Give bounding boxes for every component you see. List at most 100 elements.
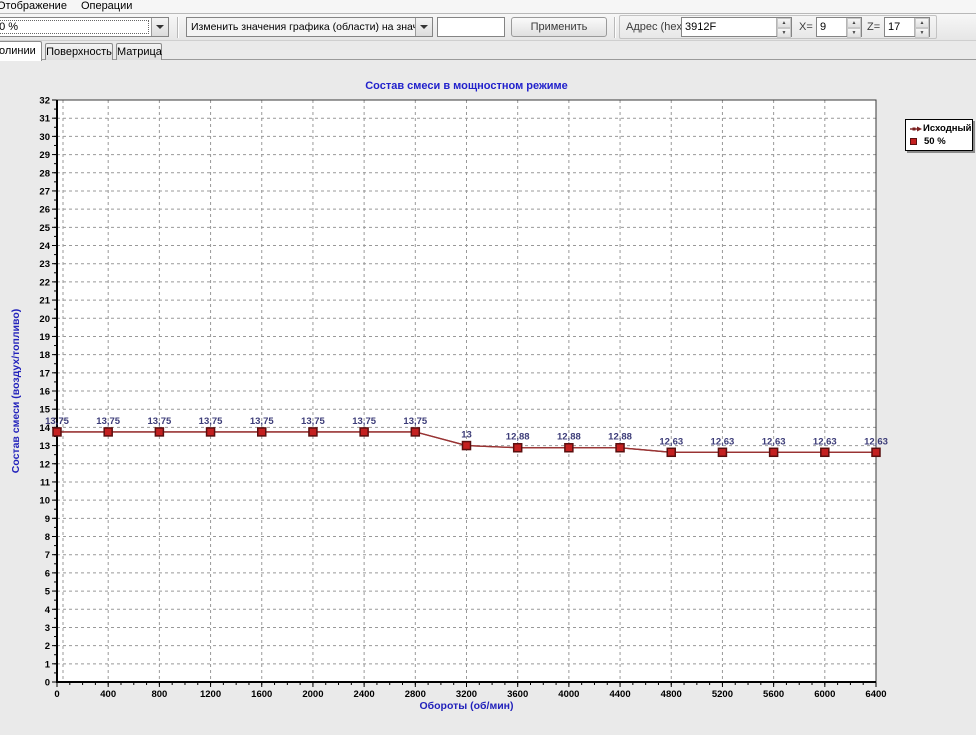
spin-up-icon[interactable]: ▲: [915, 18, 929, 28]
svg-text:16: 16: [39, 387, 50, 398]
toolbar-separator: [614, 17, 616, 38]
svg-text:5200: 5200: [712, 689, 733, 700]
svg-text:27: 27: [39, 186, 50, 197]
address-input[interactable]: [682, 18, 776, 36]
legend-label: Исходный: [923, 123, 971, 134]
x-spinner[interactable]: ▲ ▼: [816, 17, 862, 37]
svg-text:4400: 4400: [609, 689, 630, 700]
svg-text:23: 23: [39, 259, 50, 270]
chevron-down-icon: [420, 25, 428, 29]
svg-text:12,63: 12,63: [813, 436, 837, 447]
svg-text:6000: 6000: [814, 689, 835, 700]
svg-text:29: 29: [39, 150, 50, 161]
address-label: Адрес (hex): [626, 21, 686, 33]
tab-matrix[interactable]: Матрица: [116, 43, 162, 60]
svg-text:13,75: 13,75: [403, 416, 427, 427]
operation-combo[interactable]: Изменить значения графика (области) на з…: [186, 17, 433, 37]
spin-down-icon[interactable]: ▼: [847, 28, 861, 38]
svg-text:12: 12: [39, 459, 50, 470]
legend-label: 50 %: [924, 136, 946, 147]
spin-down-icon[interactable]: ▼: [777, 28, 791, 38]
svg-text:1200: 1200: [200, 689, 221, 700]
svg-text:26: 26: [39, 205, 50, 216]
svg-text:22: 22: [39, 277, 50, 288]
svg-text:1: 1: [45, 659, 51, 670]
tab-surface[interactable]: Поверхность: [45, 43, 113, 60]
svg-text:6: 6: [45, 568, 50, 579]
legend: Исходный 50 %: [905, 119, 973, 151]
svg-text:12,63: 12,63: [711, 436, 735, 447]
svg-text:800: 800: [151, 689, 167, 700]
chart-plot[interactable]: 0123456789101112131415161718192021222324…: [0, 60, 976, 735]
x-label: X=: [799, 21, 813, 33]
svg-text:12,63: 12,63: [762, 436, 786, 447]
svg-text:7: 7: [45, 550, 50, 561]
svg-text:21: 21: [39, 296, 50, 307]
operation-combo-arrow[interactable]: [415, 18, 432, 36]
svg-text:9: 9: [45, 514, 50, 525]
svg-text:1600: 1600: [251, 689, 272, 700]
legend-item-50: 50 %: [909, 135, 969, 148]
svg-text:18: 18: [39, 350, 50, 361]
z-spinner[interactable]: ▲ ▼: [884, 17, 930, 37]
series-combo-arrow[interactable]: [151, 18, 168, 36]
svg-text:15: 15: [39, 405, 50, 416]
menu-bar: Отображение Операции: [0, 0, 976, 14]
svg-text:13,75: 13,75: [45, 416, 69, 427]
svg-text:2: 2: [45, 641, 50, 652]
spin-buttons[interactable]: ▲ ▼: [776, 18, 791, 36]
svg-text:5: 5: [45, 587, 51, 598]
x-axis-title: Обороты (об/мин): [57, 700, 876, 712]
svg-text:3600: 3600: [507, 689, 528, 700]
svg-text:6400: 6400: [865, 689, 886, 700]
toolbar-separator: [177, 17, 179, 38]
svg-text:4: 4: [45, 605, 51, 616]
legend-item-original: Исходный: [909, 122, 969, 135]
svg-text:13,75: 13,75: [199, 416, 223, 427]
svg-text:20: 20: [39, 314, 50, 325]
svg-text:8: 8: [45, 532, 50, 543]
tab-strip: Изолинии Поверхность Матрица: [0, 41, 976, 60]
menu-operations[interactable]: Операции: [74, 0, 139, 13]
x-input[interactable]: [817, 18, 846, 36]
toolbar: 50 % Изменить значения графика (области)…: [0, 14, 976, 41]
spin-down-icon[interactable]: ▼: [915, 28, 929, 38]
svg-text:19: 19: [39, 332, 50, 343]
svg-text:12,63: 12,63: [659, 436, 683, 447]
apply-button[interactable]: Применить: [511, 17, 607, 37]
spin-up-icon[interactable]: ▲: [847, 18, 861, 28]
svg-text:3: 3: [45, 623, 50, 634]
svg-text:0: 0: [45, 678, 50, 689]
series-combo[interactable]: 50 %: [0, 17, 169, 37]
svg-text:28: 28: [39, 168, 50, 179]
square-marker-icon: [909, 138, 924, 145]
spin-buttons[interactable]: ▲ ▼: [846, 18, 861, 36]
svg-text:25: 25: [39, 223, 50, 234]
menu-display[interactable]: Отображение: [0, 0, 74, 13]
svg-text:2000: 2000: [302, 689, 323, 700]
svg-text:2800: 2800: [405, 689, 426, 700]
svg-text:31: 31: [39, 114, 50, 125]
z-input[interactable]: [885, 18, 914, 36]
svg-text:12,88: 12,88: [557, 432, 581, 443]
chevron-down-icon: [156, 25, 164, 29]
spin-buttons[interactable]: ▲ ▼: [914, 18, 929, 36]
svg-text:4000: 4000: [558, 689, 579, 700]
svg-text:13,75: 13,75: [96, 416, 120, 427]
svg-text:13,75: 13,75: [352, 416, 376, 427]
spin-up-icon[interactable]: ▲: [777, 18, 791, 28]
series-combo-value: 50 %: [0, 21, 151, 33]
value-input[interactable]: [437, 17, 505, 37]
svg-text:12,88: 12,88: [506, 432, 530, 443]
svg-text:0: 0: [54, 689, 59, 700]
svg-text:4800: 4800: [661, 689, 682, 700]
svg-text:12,63: 12,63: [864, 436, 888, 447]
svg-text:10: 10: [39, 496, 50, 507]
tab-isolines[interactable]: Изолинии: [0, 41, 42, 61]
svg-text:2400: 2400: [354, 689, 375, 700]
address-spinner[interactable]: ▲ ▼: [681, 17, 792, 37]
chart-panel: Состав смеси в мощностном режиме Состав …: [0, 60, 976, 735]
svg-text:17: 17: [39, 368, 50, 379]
svg-text:24: 24: [39, 241, 50, 252]
svg-text:32: 32: [39, 96, 50, 107]
